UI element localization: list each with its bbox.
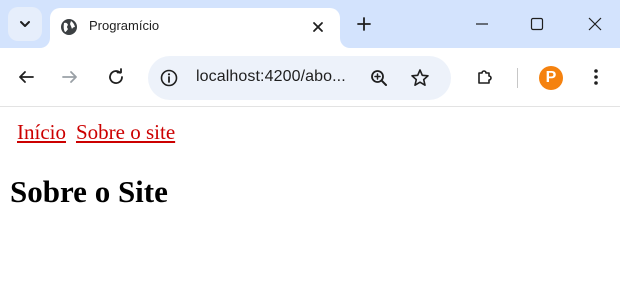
tab-search-button[interactable] bbox=[8, 7, 42, 41]
page-content: Início Sobre o site Sobre o Site bbox=[0, 108, 620, 302]
profile-letter: P bbox=[545, 69, 557, 86]
browser-toolbar: localhost:4200/abo... P bbox=[0, 48, 620, 107]
zoom-button[interactable] bbox=[368, 67, 390, 89]
forward-button[interactable] bbox=[55, 62, 85, 92]
menu-button[interactable] bbox=[581, 62, 611, 92]
back-arrow-icon bbox=[19, 71, 34, 83]
info-icon bbox=[160, 69, 178, 87]
kebab-menu-icon bbox=[594, 69, 598, 85]
zoom-icon bbox=[371, 70, 387, 86]
active-tab[interactable]: Programício bbox=[50, 8, 340, 48]
reload-button[interactable] bbox=[101, 62, 131, 92]
plus-icon bbox=[357, 17, 371, 31]
url-text[interactable]: localhost:4200/abo... bbox=[196, 68, 346, 86]
close-icon bbox=[313, 22, 323, 32]
tab-title: Programício bbox=[89, 18, 160, 33]
toolbar-divider bbox=[517, 68, 518, 88]
site-info-button[interactable] bbox=[158, 67, 180, 89]
address-bar[interactable]: localhost:4200/abo... bbox=[148, 56, 451, 100]
profile-avatar[interactable]: P bbox=[539, 66, 563, 90]
minimize-icon bbox=[476, 23, 488, 25]
bookmark-button[interactable] bbox=[409, 67, 431, 89]
new-tab-button[interactable] bbox=[352, 12, 376, 36]
maximize-button[interactable] bbox=[523, 10, 551, 38]
chevron-down-icon bbox=[20, 21, 30, 27]
maximize-icon bbox=[530, 17, 544, 31]
close-icon bbox=[588, 17, 602, 31]
minimize-button[interactable] bbox=[468, 10, 496, 38]
nav-link-inicio[interactable]: Início bbox=[17, 120, 66, 144]
back-button[interactable] bbox=[11, 62, 41, 92]
extensions-button[interactable] bbox=[470, 62, 500, 92]
tab-strip: Programício bbox=[0, 0, 620, 48]
window-close-button[interactable] bbox=[581, 10, 609, 38]
puzzle-icon bbox=[478, 70, 492, 84]
star-icon bbox=[411, 69, 429, 86]
tab-close-button[interactable] bbox=[308, 17, 328, 37]
reload-icon bbox=[109, 68, 123, 84]
forward-arrow-icon bbox=[62, 71, 77, 83]
page-title: Sobre o Site bbox=[10, 174, 168, 209]
globe-icon bbox=[61, 19, 77, 35]
site-nav: Início Sobre o site bbox=[17, 120, 185, 145]
nav-link-sobre[interactable]: Sobre o site bbox=[76, 120, 175, 144]
